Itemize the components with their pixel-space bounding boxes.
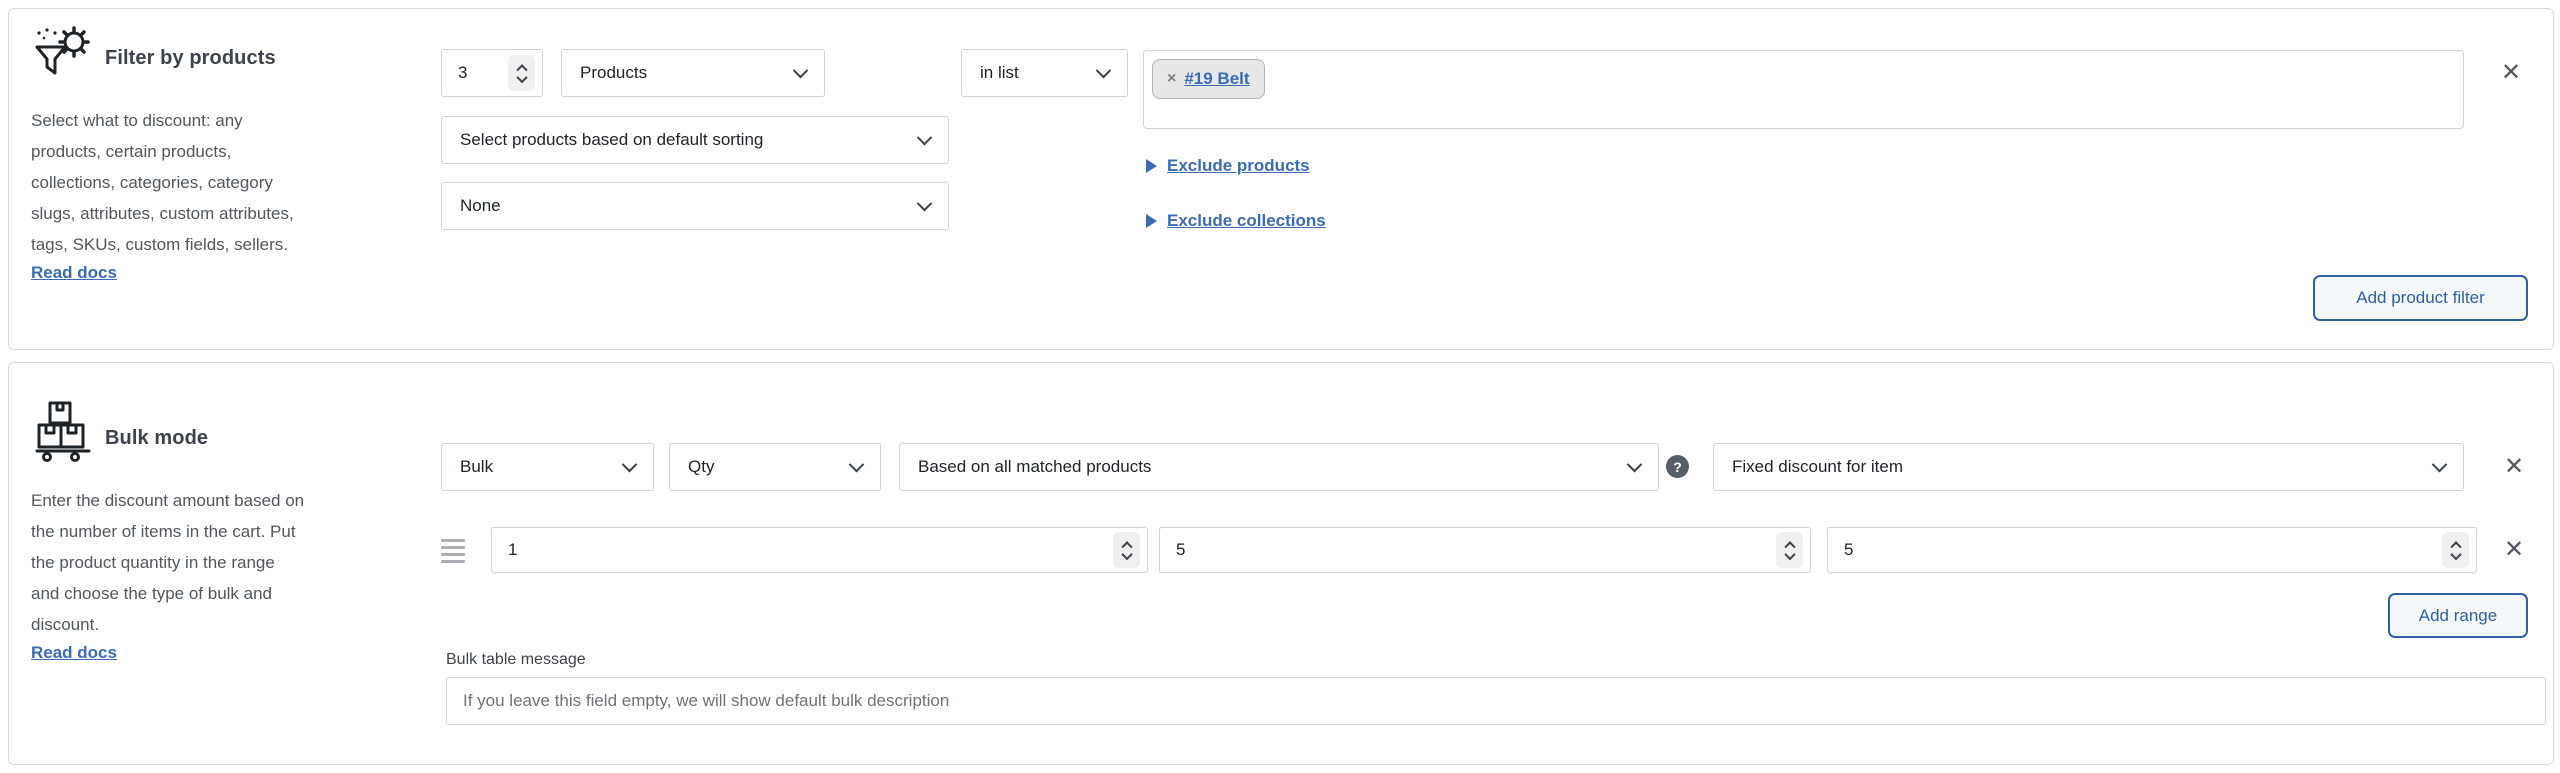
funnel-gear-icon: [31, 25, 93, 87]
filter-count-input[interactable]: [458, 63, 508, 83]
stepper-down-icon[interactable]: [2449, 548, 2462, 561]
stepper-down-icon[interactable]: [1120, 548, 1133, 561]
panel-description: Select what to discount: any products, c…: [31, 105, 451, 283]
filter-operator-select[interactable]: in list: [961, 49, 1128, 97]
remove-bulk-icon[interactable]: ✕: [2501, 455, 2527, 479]
filter-count-stepper[interactable]: [441, 49, 543, 97]
bulk-discount-type-select[interactable]: Fixed discount for item: [1713, 443, 2464, 491]
remove-tag-icon[interactable]: ×: [1167, 70, 1176, 88]
bulk-qty-select[interactable]: Qty: [669, 443, 881, 491]
range-qty-from-stepper[interactable]: [491, 527, 1148, 573]
stepper-down-icon[interactable]: [1783, 548, 1796, 561]
selected-products-box[interactable]: × #19 Belt: [1143, 50, 2464, 129]
page: Filter by products Select what to discou…: [0, 0, 2560, 773]
range-qty-to-stepper[interactable]: [1159, 527, 1811, 573]
chevron-down-icon: [621, 456, 638, 472]
read-docs-link[interactable]: Read docs: [31, 643, 461, 663]
remove-filter-icon[interactable]: ✕: [2498, 61, 2524, 85]
bulk-mode-panel: Bulk mode Enter the discount amount base…: [8, 362, 2554, 765]
filter-sorting-select[interactable]: Select products based on default sorting: [441, 116, 949, 164]
chevron-down-icon: [916, 129, 933, 145]
stepper-down-icon[interactable]: [515, 71, 528, 84]
panel-description: Enter the discount amount based on the n…: [31, 485, 461, 663]
product-tag-link[interactable]: #19 Belt: [1184, 69, 1249, 89]
stepper-arrows[interactable]: [2442, 532, 2469, 568]
triangle-right-icon: [1146, 159, 1157, 173]
bulk-table-message-input[interactable]: [446, 677, 2546, 725]
read-docs-link[interactable]: Read docs: [31, 263, 451, 283]
filter-type-select[interactable]: Products: [561, 49, 825, 97]
product-tag-chip: × #19 Belt: [1152, 59, 1265, 99]
chevron-down-icon: [916, 195, 933, 211]
add-range-button[interactable]: Add range: [2388, 593, 2528, 638]
boxes-cart-icon: [35, 399, 91, 463]
remove-range-row-icon[interactable]: ✕: [2501, 538, 2527, 562]
range-discount-stepper[interactable]: [1827, 527, 2477, 573]
panel-title: Bulk mode: [105, 427, 209, 449]
chevron-down-icon: [1095, 62, 1112, 78]
chevron-down-icon: [2431, 456, 2448, 472]
stepper-arrows[interactable]: [1776, 532, 1803, 568]
chevron-down-icon: [1626, 456, 1643, 472]
range-qty-from-input[interactable]: [508, 540, 1113, 560]
stepper-arrows[interactable]: [1113, 532, 1140, 568]
help-icon[interactable]: ?: [1666, 455, 1689, 478]
panel-title: Filter by products: [105, 47, 276, 69]
range-qty-to-input[interactable]: [1176, 540, 1776, 560]
bulk-based-on-select[interactable]: Based on all matched products: [899, 443, 1659, 491]
exclude-products-toggle[interactable]: Exclude products: [1146, 156, 1310, 176]
add-product-filter-button[interactable]: Add product filter: [2313, 275, 2528, 321]
chevron-down-icon: [792, 62, 809, 78]
range-discount-input[interactable]: [1844, 540, 2442, 560]
chevron-down-icon: [848, 456, 865, 472]
exclude-collections-toggle[interactable]: Exclude collections: [1146, 211, 1326, 231]
filter-by-products-panel: Filter by products Select what to discou…: [8, 8, 2554, 350]
drag-handle[interactable]: [441, 539, 465, 563]
triangle-right-icon: [1146, 214, 1157, 228]
stepper-arrows[interactable]: [508, 55, 535, 91]
bulk-mode-select[interactable]: Bulk: [441, 443, 654, 491]
filter-secondary-select[interactable]: None: [441, 182, 949, 230]
bulk-table-message-label: Bulk table message: [446, 651, 586, 668]
